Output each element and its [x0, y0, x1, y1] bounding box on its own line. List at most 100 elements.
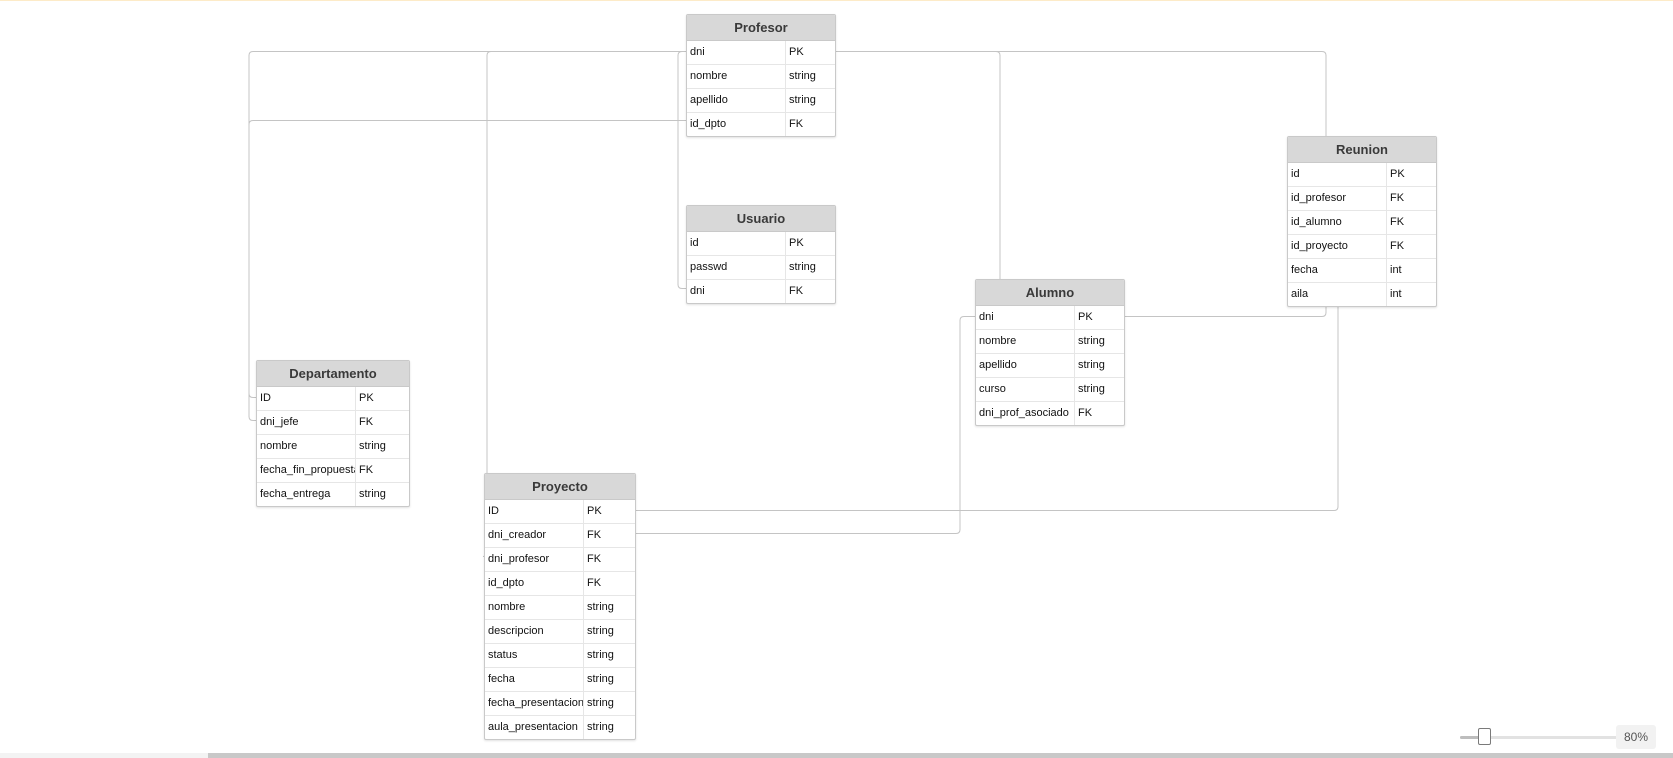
- field-type: FK: [789, 118, 804, 130]
- field-name: fecha_presentacion: [485, 692, 584, 715]
- field-row[interactable]: id_dpto FK: [485, 571, 635, 595]
- zoom-control[interactable]: 80%: [1458, 725, 1656, 749]
- field-name: id_dpto: [687, 113, 786, 136]
- field-name: dni: [687, 280, 786, 303]
- field-row[interactable]: status string: [485, 643, 635, 667]
- field-type: FK: [359, 464, 374, 476]
- field-row[interactable]: nombre string: [687, 64, 835, 88]
- entity-title: Departamento: [257, 361, 409, 387]
- field-row[interactable]: id_proyecto FK: [1288, 234, 1436, 258]
- field-row[interactable]: descripcion string: [485, 619, 635, 643]
- horizontal-scrollbar[interactable]: [0, 753, 1673, 758]
- field-name: ID: [257, 387, 356, 410]
- relationship-line[interactable]: [248, 120, 686, 398]
- field-name: apellido: [976, 354, 1075, 377]
- field-name: id: [1288, 163, 1387, 186]
- field-row[interactable]: dni_prof_asociado FK: [976, 401, 1124, 425]
- entity-usuario[interactable]: Usuario id PK passwd string dni FK: [686, 205, 836, 304]
- field-row[interactable]: id_dpto FK: [687, 112, 835, 136]
- field-name: nombre: [485, 596, 584, 619]
- field-row[interactable]: ID PK: [485, 500, 635, 523]
- horizontal-scrollbar-thumb[interactable]: [208, 753, 1673, 758]
- field-row[interactable]: curso string: [976, 377, 1124, 401]
- field-type: FK: [1390, 240, 1405, 252]
- field-type: string: [587, 601, 614, 613]
- field-row[interactable]: apellido string: [687, 88, 835, 112]
- field-type: FK: [789, 285, 804, 297]
- field-type: FK: [587, 577, 602, 589]
- field-name: id_profesor: [1288, 187, 1387, 210]
- field-row[interactable]: nombre string: [976, 329, 1124, 353]
- field-row[interactable]: dni FK: [687, 279, 835, 303]
- field-name: dni: [687, 41, 786, 64]
- field-name: id_alumno: [1288, 211, 1387, 234]
- entity-reunion[interactable]: Reunion id PK id_profesor FK id_alumno FK id_pr…: [1287, 136, 1437, 307]
- field-type: PK: [789, 46, 804, 58]
- entity-proyecto[interactable]: Proyecto ID PK dni_creador FK dni_profesor FK i…: [484, 473, 636, 740]
- entity-title: Usuario: [687, 206, 835, 232]
- field-row[interactable]: fecha_fin_propuesta FK: [257, 458, 409, 482]
- field-name: id_proyecto: [1288, 235, 1387, 258]
- field-type: string: [587, 649, 614, 661]
- field-name: id: [687, 232, 786, 255]
- field-type: FK: [359, 416, 374, 428]
- field-name: apellido: [687, 89, 786, 112]
- field-row[interactable]: dni PK: [687, 41, 835, 64]
- relationship-line[interactable]: [634, 316, 975, 534]
- relationship-line[interactable]: [834, 51, 1327, 197]
- field-row[interactable]: dni_jefe FK: [257, 410, 409, 434]
- field-row[interactable]: id PK: [1288, 163, 1436, 186]
- field-row[interactable]: apellido string: [976, 353, 1124, 377]
- field-type: string: [359, 440, 386, 452]
- field-row[interactable]: nombre string: [485, 595, 635, 619]
- field-name: aila: [1288, 283, 1387, 306]
- field-type: string: [587, 625, 614, 637]
- field-name: nombre: [687, 65, 786, 88]
- field-name: dni_creador: [485, 524, 584, 547]
- field-type: FK: [587, 553, 602, 565]
- field-type: int: [1390, 264, 1402, 276]
- field-name: status: [485, 644, 584, 667]
- entity-alumno[interactable]: Alumno dni PK nombre string apellido string cur…: [975, 279, 1125, 426]
- field-row[interactable]: dni_profesor FK: [485, 547, 635, 571]
- field-type: PK: [359, 392, 374, 404]
- field-row[interactable]: aila int: [1288, 282, 1436, 306]
- field-row[interactable]: passwd string: [687, 255, 835, 279]
- zoom-slider-thumb[interactable]: [1477, 728, 1491, 745]
- field-name: id_dpto: [485, 572, 584, 595]
- field-name: fecha: [1288, 259, 1387, 282]
- field-name: fecha_fin_propuesta: [257, 459, 356, 482]
- field-row[interactable]: id PK: [687, 232, 835, 255]
- field-type: string: [587, 721, 614, 733]
- field-row[interactable]: aula_presentacion string: [485, 715, 635, 739]
- field-type: string: [587, 697, 614, 709]
- entity-profesor[interactable]: Profesor dni PK nombre string apellido string i…: [686, 14, 836, 137]
- field-row[interactable]: fecha string: [485, 667, 635, 691]
- field-row[interactable]: dni_creador FK: [485, 523, 635, 547]
- field-type: string: [359, 488, 386, 500]
- field-type: string: [789, 261, 816, 273]
- field-type: PK: [1390, 168, 1405, 180]
- zoom-level-label: 80%: [1616, 725, 1656, 749]
- field-name: dni_prof_asociado: [976, 402, 1075, 425]
- field-name: nombre: [257, 435, 356, 458]
- field-row[interactable]: nombre string: [257, 434, 409, 458]
- field-type: int: [1390, 288, 1402, 300]
- entity-title: Profesor: [687, 15, 835, 41]
- relationship-line[interactable]: [677, 51, 686, 289]
- entity-departamento[interactable]: Departamento ID PK dni_jefe FK nombre string fe…: [256, 360, 410, 507]
- field-row[interactable]: fecha int: [1288, 258, 1436, 282]
- field-type: string: [1078, 359, 1105, 371]
- field-row[interactable]: fecha_presentacion string: [485, 691, 635, 715]
- field-row[interactable]: id_alumno FK: [1288, 210, 1436, 234]
- field-name: descripcion: [485, 620, 584, 643]
- field-type: FK: [587, 529, 602, 541]
- field-row[interactable]: dni PK: [976, 306, 1124, 329]
- field-name: aula_presentacion: [485, 716, 584, 739]
- field-row[interactable]: fecha_entrega string: [257, 482, 409, 506]
- field-name: ID: [485, 500, 584, 523]
- field-row[interactable]: id_profesor FK: [1288, 186, 1436, 210]
- field-type: string: [789, 94, 816, 106]
- field-row[interactable]: ID PK: [257, 387, 409, 410]
- field-name: nombre: [976, 330, 1075, 353]
